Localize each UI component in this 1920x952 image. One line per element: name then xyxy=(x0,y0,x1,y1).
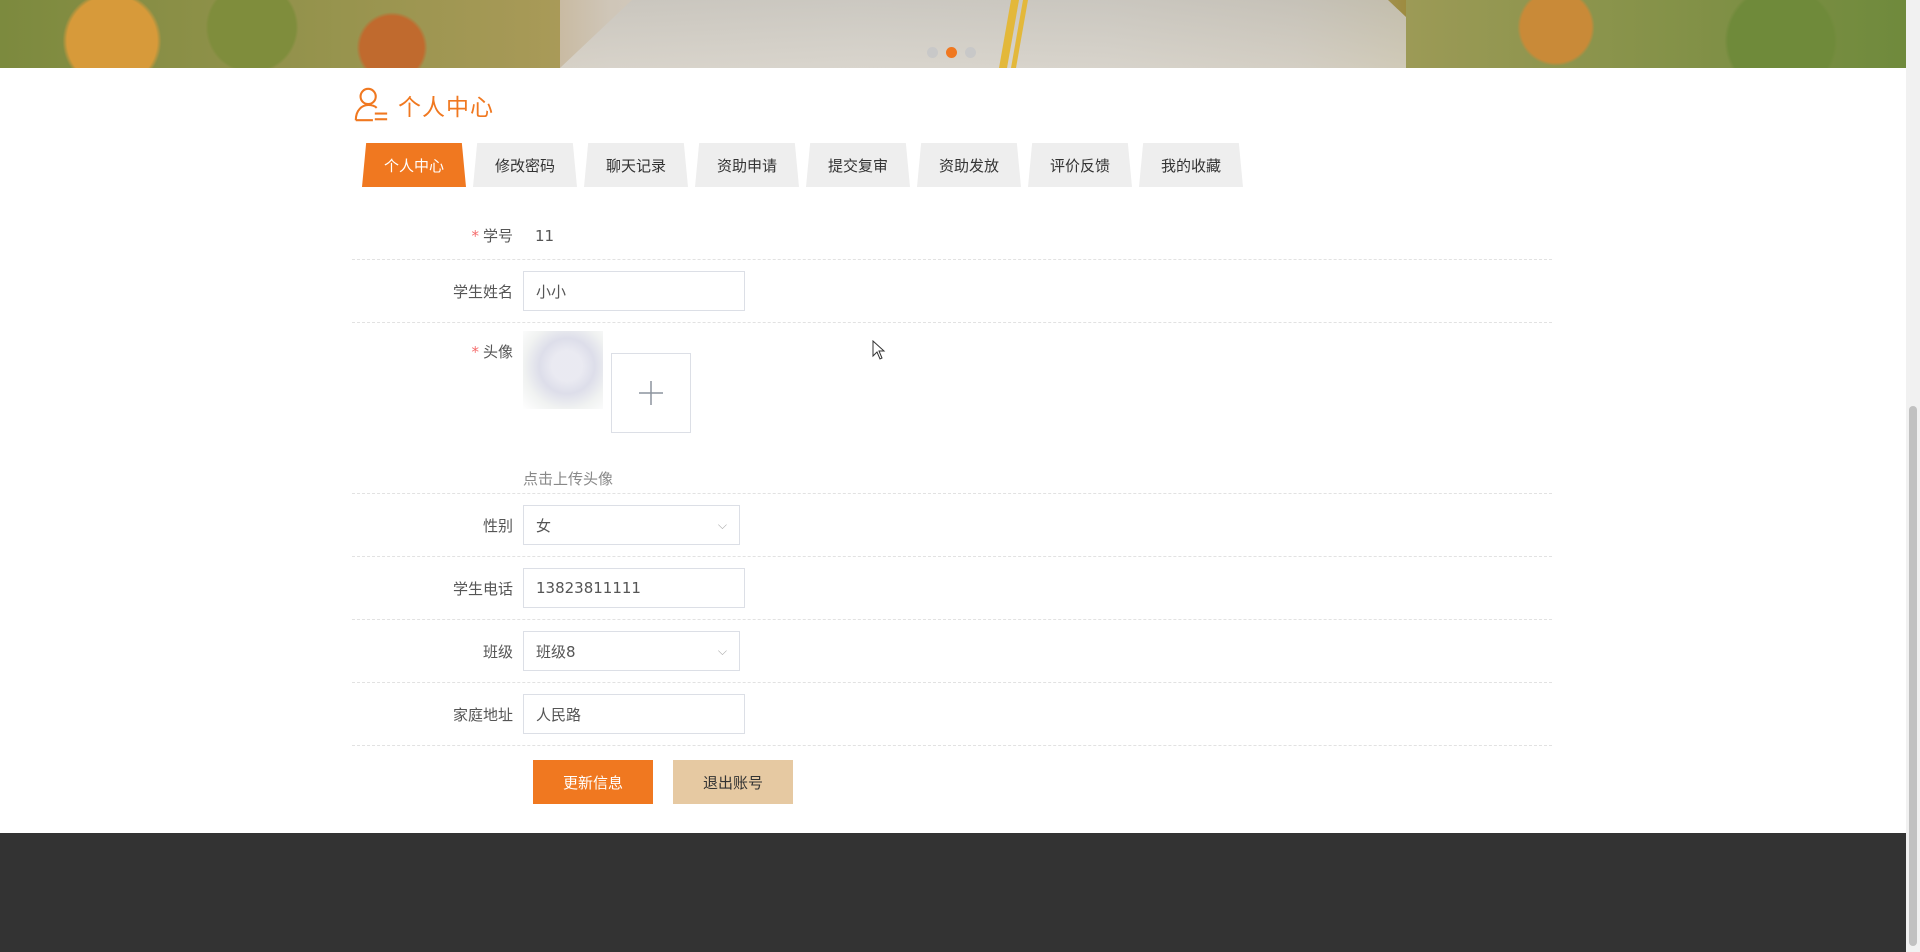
tab-personal-center[interactable]: 个人中心 xyxy=(362,143,466,187)
student-name-label: 学生姓名 xyxy=(452,282,513,301)
form-row-class: 班级 班级8 ⌵ xyxy=(352,620,1552,683)
avatar-upload-button[interactable] xyxy=(611,353,691,433)
student-id-value: 11 xyxy=(535,226,555,245)
gender-selected-value: 女 xyxy=(536,516,552,535)
address-input[interactable]: 人民路 xyxy=(523,694,745,734)
gender-select[interactable]: 女 ⌵ xyxy=(523,505,740,545)
vertical-scrollbar[interactable] xyxy=(1906,0,1920,952)
class-select[interactable]: 班级8 ⌵ xyxy=(523,631,740,671)
form-row-gender: 性别 女 ⌵ xyxy=(352,494,1552,557)
address-label: 家庭地址 xyxy=(452,705,513,724)
banner-carousel[interactable] xyxy=(0,0,1906,68)
scrollbar-thumb[interactable] xyxy=(1909,406,1917,946)
form-row-avatar: * 头像 点击上传头像 xyxy=(352,323,1552,494)
form-actions: 更新信息 退出账号 xyxy=(533,760,793,804)
required-asterisk: * xyxy=(471,343,479,361)
tab-aid-application[interactable]: 资助申请 xyxy=(695,143,799,187)
tab-favorites[interactable]: 我的收藏 xyxy=(1139,143,1243,187)
banner-foliage-right xyxy=(1406,0,1906,68)
form-row-student-id: * 学号 11 xyxy=(352,212,1552,260)
update-info-button[interactable]: 更新信息 xyxy=(533,760,653,804)
tab-submit-review[interactable]: 提交复审 xyxy=(806,143,910,187)
mouse-cursor-icon xyxy=(872,340,886,360)
phone-label: 学生电话 xyxy=(452,579,513,598)
tab-change-password[interactable]: 修改密码 xyxy=(473,143,577,187)
carousel-dot-2[interactable] xyxy=(946,47,957,58)
phone-input[interactable]: 13823811111 xyxy=(523,568,745,608)
chevron-down-icon: ⌵ xyxy=(717,517,727,532)
avatar-label: * 头像 xyxy=(471,343,513,361)
page-header: 个人中心 xyxy=(352,86,494,124)
form-row-student-name: 学生姓名 小小 xyxy=(352,260,1552,323)
plus-icon xyxy=(639,381,663,405)
tab-feedback[interactable]: 评价反馈 xyxy=(1028,143,1132,187)
class-label: 班级 xyxy=(482,642,513,661)
tab-bar: 个人中心 修改密码 聊天记录 资助申请 提交复审 资助发放 评价反馈 我的收藏 xyxy=(362,143,1243,187)
form-row-address: 家庭地址 人民路 xyxy=(352,683,1552,746)
student-name-input[interactable]: 小小 xyxy=(523,271,745,311)
user-icon xyxy=(354,87,388,122)
student-id-label: * 学号 xyxy=(471,227,513,245)
class-selected-value: 班级8 xyxy=(536,642,576,661)
avatar-preview[interactable] xyxy=(523,331,603,409)
gender-label: 性别 xyxy=(482,516,513,535)
tab-chat-history[interactable]: 聊天记录 xyxy=(584,143,688,187)
logout-button[interactable]: 退出账号 xyxy=(673,760,793,804)
page-title: 个人中心 xyxy=(398,95,494,121)
page-footer xyxy=(0,833,1906,952)
profile-form: * 学号 11 学生姓名 小小 * 头像 点击上传头像 性别 女 ⌵ 学生电话 13… xyxy=(352,212,1552,746)
tab-aid-distribution[interactable]: 资助发放 xyxy=(917,143,1021,187)
form-row-phone: 学生电话 13823811111 xyxy=(352,557,1552,620)
banner-foliage-left xyxy=(0,0,560,68)
carousel-indicators xyxy=(927,47,976,58)
required-asterisk: * xyxy=(471,227,479,245)
chevron-down-icon: ⌵ xyxy=(717,643,727,658)
carousel-dot-1[interactable] xyxy=(927,47,938,58)
carousel-dot-3[interactable] xyxy=(965,47,976,58)
avatar-upload-tip: 点击上传头像 xyxy=(523,470,614,488)
